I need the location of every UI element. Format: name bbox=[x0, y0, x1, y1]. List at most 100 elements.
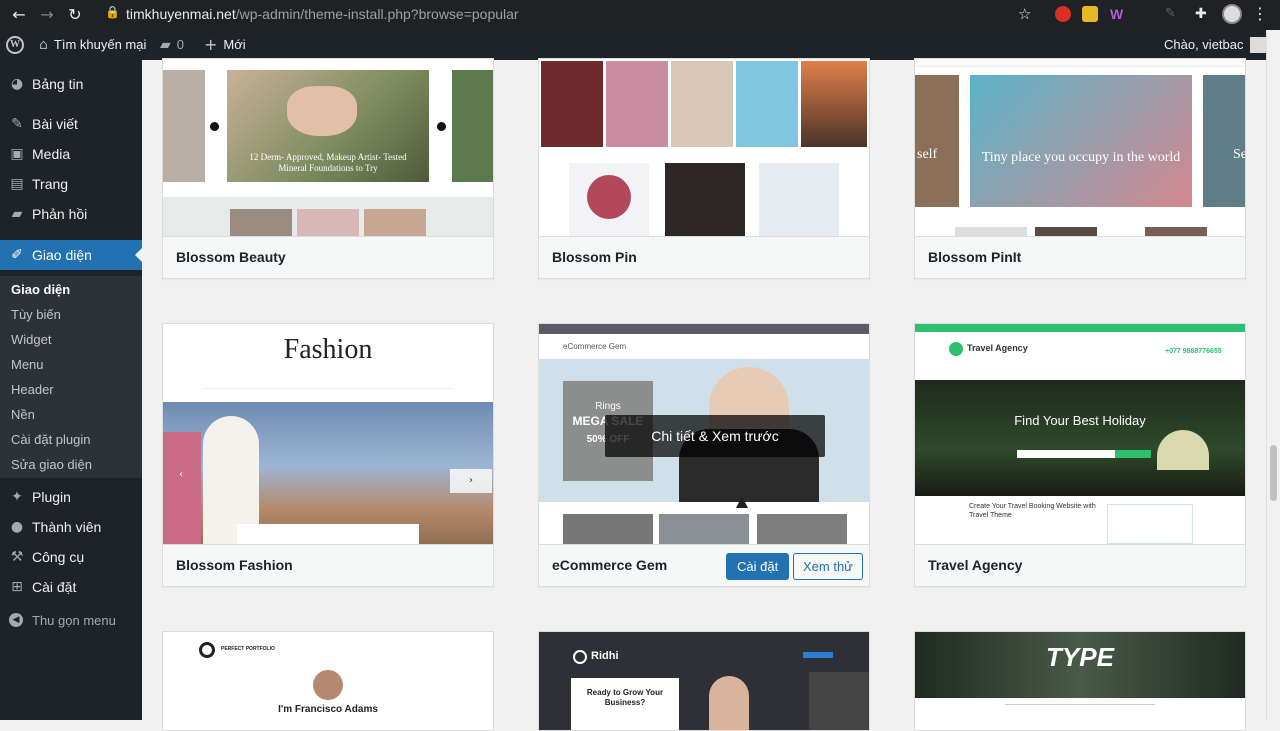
slide-caption: 12 Derm- Approved, Makeup Artist- Tested… bbox=[249, 152, 407, 173]
submenu-menus[interactable]: Menu bbox=[11, 357, 44, 372]
extensions-puzzle-icon[interactable]: ✚ bbox=[1195, 6, 1211, 22]
menu-label: Công cụ bbox=[32, 549, 85, 565]
theme-card-footer: Blossom Pin bbox=[539, 236, 869, 278]
scrollbar-thumb[interactable] bbox=[1270, 445, 1277, 501]
plugin-icon: ✦ bbox=[11, 489, 23, 505]
browser-menu-icon[interactable]: ⋮ bbox=[1252, 4, 1268, 23]
thumb-2 bbox=[297, 209, 359, 237]
preview-button[interactable]: Xem thử bbox=[793, 553, 863, 580]
url-path: /wp-admin/theme-install.php?browse=popul… bbox=[235, 6, 519, 22]
extension-yellow-icon[interactable] bbox=[1082, 6, 1098, 22]
theme-card-hovered[interactable]: eCommerce Gem Rings MEGA SALE 50% OFF Ch… bbox=[538, 323, 870, 587]
ridhi-nav-button bbox=[803, 652, 833, 658]
portfolio-logo-icon bbox=[199, 642, 215, 658]
travel-topbar bbox=[915, 324, 1245, 332]
menu-appearance[interactable]: ✐ Giao diện bbox=[0, 240, 142, 270]
bookmark-star-icon[interactable]: ☆ bbox=[1018, 5, 1031, 23]
theme-card[interactable]: Blossom Pin bbox=[538, 58, 870, 279]
type-hero: TYPE bbox=[915, 632, 1245, 698]
reload-icon[interactable]: ↻ bbox=[64, 4, 86, 26]
submenu-background[interactable]: Nền bbox=[11, 407, 35, 422]
submenu-header[interactable]: Header bbox=[11, 382, 54, 397]
new-content-link[interactable]: + Mới bbox=[204, 30, 246, 60]
type-logo: TYPE bbox=[1046, 642, 1114, 672]
theme-card[interactable]: Ridhi Ready to Grow Your Business? bbox=[538, 631, 870, 731]
submenu-widgets[interactable]: Widget bbox=[11, 332, 51, 347]
theme-card[interactable]: self Tiny place you occupy in the world … bbox=[914, 58, 1246, 279]
site-name: Tìm khuyến mại bbox=[53, 37, 147, 52]
lock-icon: 🔒 bbox=[105, 5, 120, 19]
site-name-link[interactable]: ⌂ Tìm khuyến mại bbox=[39, 30, 146, 60]
theme-card[interactable]: Travel Agency +077 9888776655 Find Your … bbox=[914, 323, 1246, 587]
collapse-menu-button[interactable]: ◀ Thu gọn menu bbox=[0, 608, 142, 632]
theme-card-footer: Blossom PinIt bbox=[915, 236, 1245, 278]
account-menu[interactable]: Chào, vietbac bbox=[1164, 30, 1266, 60]
menu-posts[interactable]: ✎ Bài viết bbox=[0, 109, 142, 139]
theme-screenshot: Ridhi Ready to Grow Your Business? bbox=[539, 632, 869, 730]
pinit-slide-left: self bbox=[915, 75, 959, 207]
comments-link[interactable]: ▰ 0 bbox=[160, 30, 184, 60]
submenu-install-plugins[interactable]: Cài đặt plugin bbox=[11, 432, 91, 447]
slider-next-button: › bbox=[450, 469, 492, 493]
submenu-customize[interactable]: Tùy biến bbox=[11, 307, 61, 322]
extension-red-icon[interactable] bbox=[1055, 6, 1071, 22]
gem-rings-text: Rings bbox=[595, 401, 621, 412]
details-preview-overlay[interactable]: Chi tiết & Xem trước bbox=[605, 415, 825, 457]
profile-avatar[interactable] bbox=[1222, 4, 1242, 24]
home-icon: ⌂ bbox=[39, 37, 48, 53]
gem-topbar bbox=[539, 324, 869, 334]
submenu-themes[interactable]: Giao diện bbox=[11, 282, 70, 297]
menu-label: Phản hồi bbox=[32, 206, 88, 222]
gem-brand: eCommerce Gem bbox=[563, 342, 627, 351]
brush-icon: ✐ bbox=[11, 247, 23, 263]
collapse-label: Thu gọn menu bbox=[32, 612, 116, 628]
theme-card[interactable]: PERFECT PORTFOLIO I'm Francisco Adams bbox=[162, 631, 494, 731]
url-host: timkhuyenmai.net bbox=[126, 6, 236, 22]
menu-label: Giao diện bbox=[32, 247, 92, 263]
slider-next-icon bbox=[437, 122, 446, 131]
install-button[interactable]: Cài đặt bbox=[726, 553, 790, 580]
page-scrollbar[interactable] bbox=[1266, 30, 1280, 720]
theme-card[interactable]: 12 Derm- Approved, Makeup Artist- Tested… bbox=[162, 58, 494, 279]
theme-name: Blossom Fashion bbox=[176, 557, 293, 573]
travel-subtitle: Create Your Travel Booking Website with … bbox=[969, 503, 1096, 519]
pin-tile-4 bbox=[736, 61, 798, 147]
menu-plugins[interactable]: ✦ Plugin bbox=[0, 482, 142, 512]
address-bar[interactable]: 🔒 timkhuyenmai.net/wp-admin/theme-instal… bbox=[96, 3, 1044, 25]
plus-icon: + bbox=[204, 35, 218, 54]
menu-comments[interactable]: ▰ Phản hồi bbox=[0, 199, 142, 229]
menu-label: Cài đặt bbox=[32, 579, 77, 595]
extension-w-icon[interactable]: W bbox=[1110, 6, 1126, 22]
slider-prev-icon bbox=[210, 122, 219, 131]
menu-settings[interactable]: ⊞ Cài đặt bbox=[0, 572, 142, 602]
theme-card[interactable]: TYPE bbox=[914, 631, 1246, 731]
menu-label: Media bbox=[32, 146, 71, 162]
theme-card[interactable]: Fashion › ‹ Blossom Fashion bbox=[162, 323, 494, 587]
ridhi-person bbox=[709, 676, 749, 730]
theme-screenshot: TYPE bbox=[915, 632, 1245, 730]
theme-screenshot: Travel Agency +077 9888776655 Find Your … bbox=[915, 324, 1245, 545]
menu-tools[interactable]: ⚒ Công cụ bbox=[0, 542, 142, 572]
menu-dashboard[interactable]: ◕ Bảng tin bbox=[0, 69, 142, 99]
menu-media[interactable]: ▣ Media bbox=[0, 139, 142, 169]
menu-users[interactable]: ● Thành viên bbox=[0, 512, 142, 542]
dashboard-icon: ◕ bbox=[10, 76, 24, 92]
theme-card-footer: Travel Agency bbox=[915, 544, 1245, 586]
travel-search-button bbox=[1115, 450, 1151, 458]
back-icon[interactable]: ← bbox=[8, 4, 30, 26]
wp-logo-button[interactable]: W bbox=[6, 30, 24, 60]
collapse-arrow-icon: ◀ bbox=[9, 613, 23, 627]
travel-phone: +077 9888776655 bbox=[1165, 348, 1222, 355]
submenu-theme-editor[interactable]: Sửa giao diện bbox=[11, 457, 92, 472]
portfolio-avatar bbox=[313, 670, 343, 700]
pinit-slide-main: Tiny place you occupy in the world bbox=[970, 75, 1192, 207]
pin-card-3 bbox=[759, 163, 839, 237]
user-avatar bbox=[1249, 37, 1266, 53]
new-label: Mới bbox=[223, 37, 246, 52]
forward-icon[interactable]: → bbox=[36, 4, 58, 26]
menu-pages[interactable]: ▤ Trang bbox=[0, 169, 142, 199]
theme-card-footer: eCommerce Gem Cài đặt Xem thử bbox=[539, 544, 869, 586]
type-nav bbox=[1005, 704, 1155, 705]
extension-pin-icon[interactable]: ✎ bbox=[1165, 6, 1181, 22]
gem-product-1 bbox=[563, 514, 653, 545]
